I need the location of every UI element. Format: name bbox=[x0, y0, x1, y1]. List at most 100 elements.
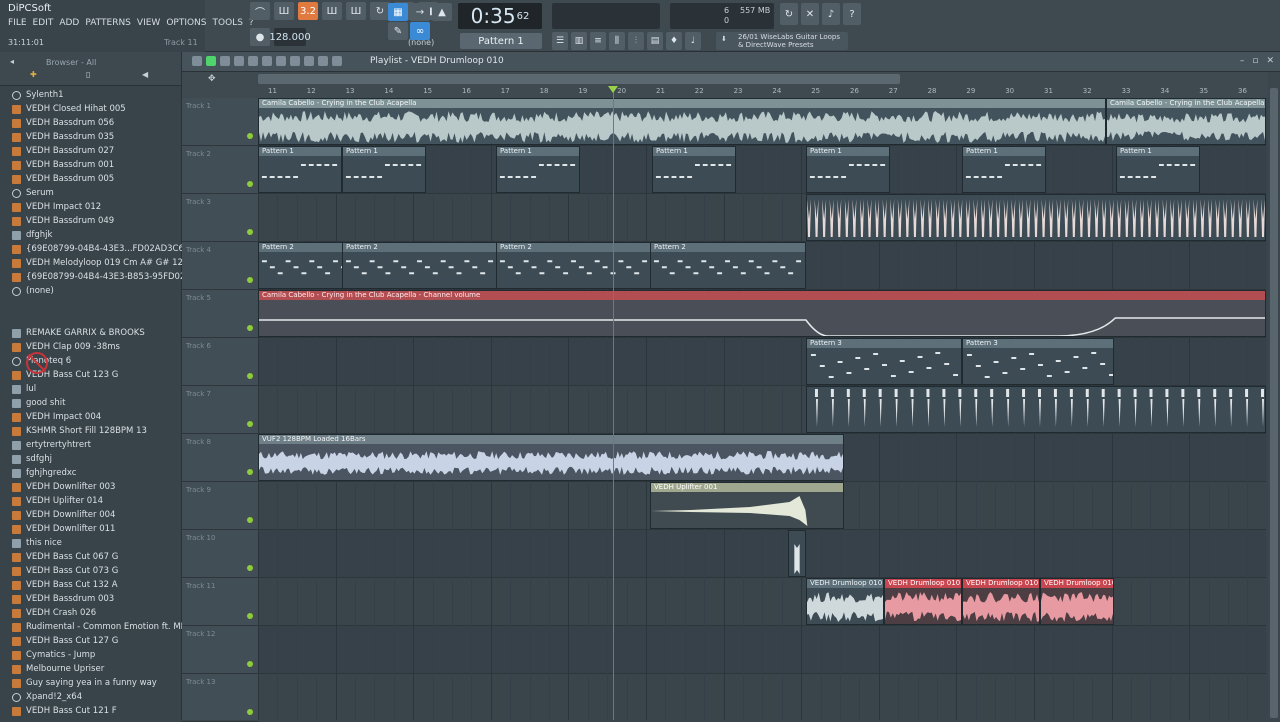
browser-back-icon[interactable]: ◀ bbox=[142, 70, 148, 79]
track-header[interactable]: Track 1 bbox=[182, 98, 258, 146]
browser-item[interactable]: REMAKE GARRIX & BROOKS bbox=[0, 326, 182, 340]
browser-item[interactable] bbox=[0, 298, 182, 312]
browser-item[interactable]: Sylenth1 bbox=[0, 88, 182, 102]
pattern-none[interactable]: (none) bbox=[408, 38, 434, 47]
paint-tool-icon[interactable] bbox=[234, 56, 244, 66]
clip-pattern[interactable]: Pattern 2 bbox=[496, 242, 652, 289]
close-icon[interactable]: ✕ bbox=[1266, 56, 1274, 66]
browser-item[interactable]: VEDH Closed Hihat 005 bbox=[0, 102, 182, 116]
bar-ruler[interactable]: 11 12 13 14 15 16 17 18 19 20 21 22 23 24 25 26 27 28 29 30… bbox=[258, 86, 1266, 98]
clip-pattern[interactable]: Pattern 1 bbox=[962, 146, 1046, 193]
menu-tools[interactable]: TOOLS bbox=[213, 18, 243, 28]
browser-item[interactable]: good shit bbox=[0, 396, 182, 410]
menu-patterns[interactable]: PATTERNS bbox=[85, 18, 131, 28]
browser-item[interactable]: this nice bbox=[0, 536, 182, 550]
browser-item[interactable]: KSHMR Short Fill 128BPM 13 bbox=[0, 424, 182, 438]
track-header[interactable]: Track 4 bbox=[182, 242, 258, 290]
scroll-thumb[interactable] bbox=[1270, 88, 1278, 718]
browser-item[interactable]: fghjhgredxc bbox=[0, 466, 182, 480]
browser-item[interactable]: ertytrertyhtrert bbox=[0, 438, 182, 452]
playback-tool-icon[interactable] bbox=[332, 56, 342, 66]
browser-item[interactable]: VEDH Bass Cut 121 F bbox=[0, 704, 182, 718]
clip-vuf2[interactable]: VUF2 128BPM Loaded 16Bars bbox=[258, 434, 844, 481]
track-header[interactable]: Track 8 bbox=[182, 434, 258, 482]
track-header[interactable]: Track 9 bbox=[182, 482, 258, 530]
help-icon[interactable]: ? bbox=[843, 3, 861, 25]
track-header[interactable]: Track 2 bbox=[182, 146, 258, 194]
metronome-icon[interactable]: Ш bbox=[346, 2, 366, 20]
zoom-tool-icon[interactable] bbox=[318, 56, 328, 66]
clip-uplifter[interactable]: VEDH Uplifter 001 bbox=[650, 482, 844, 529]
browser-item[interactable]: dfghjk bbox=[0, 228, 182, 242]
menu-options[interactable]: OPTIONS bbox=[166, 18, 206, 28]
refresh-icon[interactable]: ↻ bbox=[780, 3, 798, 25]
browser-item[interactable]: VEDH Impact 004 bbox=[0, 410, 182, 424]
browser-item[interactable]: VEDH Bass Cut 073 G bbox=[0, 564, 182, 578]
track-header[interactable]: Track 3 bbox=[182, 194, 258, 242]
browser-item[interactable]: Cymatics - Jump bbox=[0, 648, 182, 662]
snap-icon[interactable]: ⌒ bbox=[250, 2, 270, 20]
browser-item[interactable]: VEDH Bassdrum 003 bbox=[0, 592, 182, 606]
draw-tool-icon[interactable] bbox=[220, 56, 230, 66]
browser-item[interactable]: {69E08799-04B4-43E3-B853-95FD02AD3C6F} bbox=[0, 270, 182, 284]
mic-icon[interactable]: ♪ bbox=[822, 3, 840, 25]
browser-item[interactable]: lul bbox=[0, 382, 182, 396]
clip-pattern3-b[interactable]: Pattern 3 bbox=[962, 338, 1114, 385]
slice-tool-icon[interactable] bbox=[290, 56, 300, 66]
browser-item[interactable]: Rudimental - Common Emotion ft. MNEK bbox=[0, 620, 182, 634]
loop-icon[interactable]: ↻ bbox=[370, 2, 390, 20]
browser-item[interactable]: VEDH Downlifter 011 bbox=[0, 522, 182, 536]
clip-pattern[interactable]: Pattern 1 bbox=[652, 146, 736, 193]
playlist-icon[interactable]: ☰ bbox=[552, 32, 568, 50]
piano-roll-icon[interactable]: ≡ bbox=[590, 32, 606, 50]
news-panel[interactable]: ⬇ 26/01 WiseLabs Guitar Loops & DirectWa… bbox=[716, 32, 848, 50]
pattern-selector[interactable]: Pattern 1 bbox=[460, 33, 542, 49]
browser-item[interactable]: {69E08799-04B4-43E3...FD02AD3C6F} - Part… bbox=[0, 242, 182, 256]
minimize-icon[interactable]: – bbox=[1240, 56, 1245, 66]
browser-item[interactable]: VEDH Uplifter 014 bbox=[0, 494, 182, 508]
browser-item[interactable]: Guy saying yea in a funny way bbox=[0, 676, 182, 690]
maximize-icon[interactable]: ▫ bbox=[1252, 56, 1258, 66]
record-mode-icon[interactable]: 3.2 bbox=[298, 2, 318, 20]
horizontal-scrollbar[interactable] bbox=[258, 74, 900, 84]
plugin-icon[interactable]: ♦ bbox=[666, 32, 682, 50]
mixer-icon[interactable]: ⫼ bbox=[609, 32, 625, 50]
clip-pattern[interactable]: Pattern 1 bbox=[496, 146, 580, 193]
clip-hats[interactable] bbox=[806, 386, 1266, 433]
playhead-marker[interactable] bbox=[608, 86, 618, 93]
clip-pattern3-a[interactable]: Pattern 3 bbox=[806, 338, 962, 385]
eq-icon[interactable]: ⫶ bbox=[628, 32, 644, 50]
browser-item[interactable]: Xpand!2_x64 bbox=[0, 690, 182, 704]
typing-keyboard-icon[interactable]: ▦ bbox=[388, 3, 408, 21]
track-enable-icon[interactable] bbox=[247, 277, 253, 283]
clip-drumloop-1[interactable]: VEDH Drumloop 010 bbox=[806, 578, 884, 625]
mute-tool-icon[interactable] bbox=[262, 56, 272, 66]
select-tool-icon[interactable] bbox=[304, 56, 314, 66]
track-enable-icon[interactable] bbox=[247, 469, 253, 475]
track-enable-icon[interactable] bbox=[247, 613, 253, 619]
browser-item[interactable]: VEDH Bassdrum 001 bbox=[0, 158, 182, 172]
clip-pattern[interactable]: Pattern 1 bbox=[806, 146, 890, 193]
browser-item[interactable]: VEDH Bassdrum 035 bbox=[0, 130, 182, 144]
track-enable-icon[interactable] bbox=[247, 517, 253, 523]
clip-drumloop-4[interactable]: VEDH Drumloop 010 bbox=[1040, 578, 1114, 625]
browser-item[interactable]: (none) bbox=[0, 284, 182, 298]
countdown-icon[interactable]: ▲ bbox=[432, 3, 452, 21]
clip-pattern[interactable]: Pattern 1 bbox=[1116, 146, 1200, 193]
track-header[interactable]: Track 5 bbox=[182, 290, 258, 338]
pencil-icon[interactable]: ✎ bbox=[388, 22, 408, 40]
track-header[interactable]: Track 12 bbox=[182, 626, 258, 674]
track-enable-icon[interactable] bbox=[247, 373, 253, 379]
clip-pattern[interactable]: Pattern 2 bbox=[342, 242, 498, 289]
browser-item[interactable]: VEDH Bass Cut 067 G bbox=[0, 550, 182, 564]
track-enable-icon[interactable] bbox=[247, 421, 253, 427]
browser-item[interactable]: VEDH Impact 012 bbox=[0, 200, 182, 214]
arrow-icon[interactable] bbox=[192, 56, 202, 66]
browser-item[interactable]: Serum bbox=[0, 186, 182, 200]
browser-item[interactable] bbox=[0, 312, 182, 326]
tempo-tap-icon[interactable]: ♩ bbox=[685, 32, 701, 50]
browser-item[interactable]: VEDH Bassdrum 005 bbox=[0, 172, 182, 186]
browser-item[interactable]: VEDH Clap 009 -38ms bbox=[0, 340, 182, 354]
step-icon[interactable]: Ш bbox=[322, 2, 342, 20]
browser-item[interactable]: sdfghj bbox=[0, 452, 182, 466]
